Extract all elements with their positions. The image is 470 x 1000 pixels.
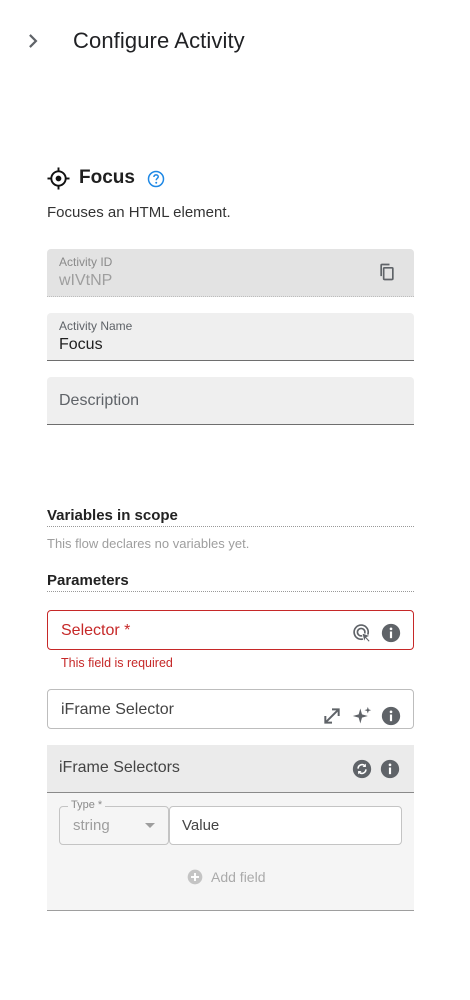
info-icon[interactable]	[381, 706, 401, 726]
description-placeholder: Description	[59, 392, 140, 409]
iframe-selectors-title: iFrame Selectors	[59, 759, 180, 776]
activity-name-label: Activity Name	[59, 319, 133, 333]
activity-name-value[interactable]: Focus	[59, 336, 103, 354]
value-input[interactable]: Value	[169, 806, 402, 845]
add-field-button[interactable]: Add field	[187, 869, 265, 885]
variables-empty-text: This flow declares no variables yet.	[47, 536, 250, 551]
parameters-section-title: Parameters	[47, 572, 414, 592]
iframe-selectors-panel: iFrame Selectors Type * string Value Add	[47, 745, 414, 911]
dropdown-arrow-icon	[145, 823, 155, 828]
copy-icon[interactable]	[377, 262, 397, 282]
page-title: Configure Activity	[73, 28, 245, 53]
expand-icon[interactable]	[322, 706, 342, 726]
add-field-label: Add field	[211, 869, 266, 885]
activity-id-label: Activity ID	[59, 255, 113, 269]
value-placeholder: Value	[182, 817, 220, 834]
crosshair-icon	[47, 167, 70, 190]
iframe-selectors-header: iFrame Selectors	[47, 745, 414, 793]
iframe-selector-label: iFrame Selector	[61, 701, 174, 718]
activity-id-field: Activity ID wIVtNP	[47, 249, 414, 297]
info-icon[interactable]	[381, 623, 401, 643]
variables-section-title: Variables in scope	[47, 507, 414, 527]
sparkle-icon[interactable]	[352, 706, 372, 726]
help-icon[interactable]	[147, 170, 165, 188]
activity-name-heading: Focus	[79, 167, 135, 188]
selector-field[interactable]: Selector *	[47, 610, 414, 650]
chevron-right-icon[interactable]	[22, 30, 44, 52]
type-label: Type *	[68, 799, 106, 811]
activity-id-value: wIVtNP	[59, 272, 113, 289]
sync-icon[interactable]	[352, 759, 372, 779]
selector-label: Selector *	[61, 622, 131, 639]
element-picker-icon[interactable]	[352, 623, 372, 643]
activity-description: Focuses an HTML element.	[47, 204, 231, 221]
add-circle-icon	[187, 869, 203, 885]
activity-name-field[interactable]: Activity Name Focus	[47, 313, 414, 361]
selector-error: This field is required	[61, 656, 173, 670]
type-select[interactable]: Type * string	[59, 799, 169, 845]
iframe-selector-field[interactable]: iFrame Selector	[47, 689, 414, 729]
description-field[interactable]: Description	[47, 377, 414, 425]
info-icon[interactable]	[380, 759, 400, 779]
type-value: string	[73, 817, 110, 834]
